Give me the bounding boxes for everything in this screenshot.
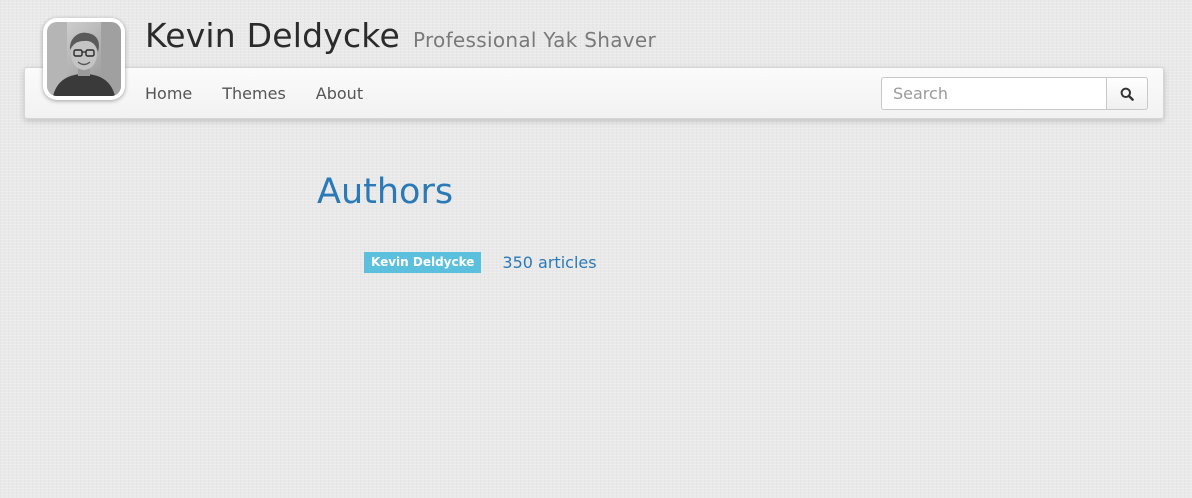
site-header: Kevin Deldycke Professional Yak Shaver bbox=[145, 14, 656, 64]
site-tagline: Professional Yak Shaver bbox=[412, 28, 657, 52]
search-input[interactable] bbox=[881, 77, 1106, 110]
nav-links: Home Themes About bbox=[145, 68, 393, 118]
search-button[interactable] bbox=[1106, 77, 1148, 110]
author-badge[interactable]: Kevin Deldycke bbox=[364, 252, 482, 273]
author-list-item: Kevin Deldycke 350 articles bbox=[364, 252, 597, 273]
nav-item-about[interactable]: About bbox=[316, 84, 363, 103]
page-title: Authors bbox=[317, 172, 454, 212]
nav-item-home[interactable]: Home bbox=[145, 84, 192, 103]
nav-item-themes[interactable]: Themes bbox=[222, 84, 286, 103]
article-count-link[interactable]: 350 articles bbox=[502, 253, 596, 272]
avatar[interactable] bbox=[43, 18, 125, 100]
avatar-photo bbox=[47, 22, 121, 96]
site-title[interactable]: Kevin Deldycke bbox=[145, 14, 400, 58]
navbar: Home Themes About bbox=[24, 67, 1164, 119]
search-icon bbox=[1120, 87, 1134, 101]
search-form bbox=[881, 77, 1148, 110]
